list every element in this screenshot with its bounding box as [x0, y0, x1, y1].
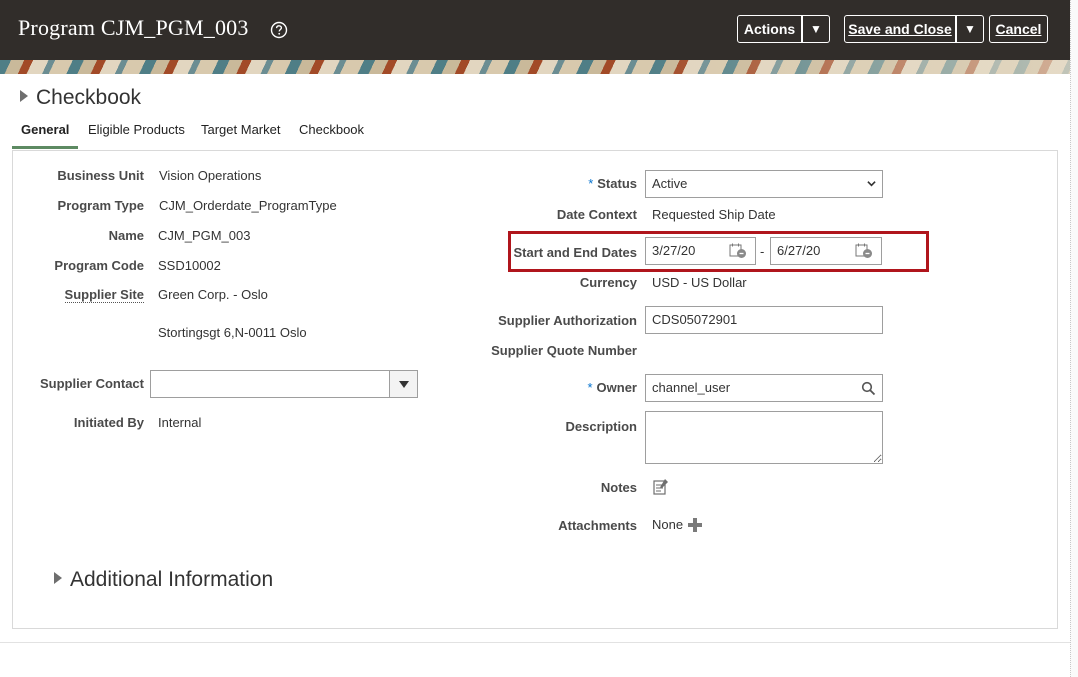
supplier-authorization-input[interactable]: CDS05072901 [645, 306, 883, 334]
highlight-box [508, 231, 929, 272]
name-label: Name [108, 228, 144, 243]
business-unit-value: Vision Operations [159, 168, 262, 183]
currency-value: USD - US Dollar [652, 275, 747, 290]
notes-icon[interactable] [652, 478, 670, 496]
notes-label: Notes [600, 480, 637, 495]
section-header-additional-information[interactable]: Additional Information [54, 568, 273, 592]
program-code-label: Program Code [54, 258, 144, 273]
program-type-value: CJM_Orderdate_ProgramType [159, 198, 337, 213]
status-select[interactable]: Active [645, 170, 883, 198]
save-menu-button[interactable]: ▼ [956, 15, 984, 43]
help-icon[interactable] [270, 21, 288, 39]
supplier-site-link[interactable]: Supplier Site [64, 287, 144, 303]
name-value: CJM_PGM_003 [158, 228, 251, 243]
business-unit-label: Business Unit [57, 168, 144, 183]
save-and-close-button[interactable]: Save and Close [844, 15, 956, 43]
owner-label: * Owner [587, 380, 637, 395]
chevron-down-icon: ▼ [964, 22, 976, 36]
status-label-text: Status [597, 176, 637, 191]
supplier-site-address: Stortingsgt 6,N-0011 Oslo [158, 325, 307, 340]
attachments-value: None [652, 517, 684, 532]
supplier-site-value: Green Corp. - Oslo [158, 287, 268, 302]
currency-label: Currency [579, 275, 637, 290]
tab-eligible-products[interactable]: Eligible Products [88, 118, 185, 149]
required-indicator: * [588, 176, 594, 191]
section-header-checkbook[interactable]: Checkbook [20, 86, 141, 110]
description-label: Description [565, 419, 637, 434]
initiated-by-value: Internal [158, 415, 202, 430]
tab-general[interactable]: General [12, 118, 78, 149]
search-icon[interactable] [861, 381, 876, 396]
page-title: Program CJM_PGM_003 [18, 15, 249, 40]
supplier-quote-number-label: Supplier Quote Number [491, 343, 637, 358]
description-textarea[interactable] [645, 411, 883, 464]
actions-menu-button[interactable]: ▼ [802, 15, 830, 43]
tab-target-market[interactable]: Target Market [201, 118, 280, 149]
program-code-value: SSD10002 [158, 258, 221, 273]
owner-label-text: Owner [596, 380, 637, 395]
page-header: Program CJM_PGM_003 Actions ▼ Save and C… [0, 0, 1070, 60]
chevron-down-icon: ▼ [810, 22, 822, 36]
status-label: * Status [588, 176, 637, 191]
additional-information-title: Additional Information [70, 568, 274, 591]
date-context-value: Requested Ship Date [652, 207, 776, 222]
attachments-label: Attachments [558, 518, 637, 533]
expand-triangle-icon [54, 572, 62, 584]
supplier-contact-label: Supplier Contact [39, 376, 144, 391]
divider [0, 642, 1070, 643]
chevron-down-icon [867, 181, 876, 187]
date-context-label: Date Context [556, 207, 637, 222]
chevron-down-icon [399, 381, 409, 388]
expand-triangle-icon [20, 90, 28, 102]
initiated-by-label: Initiated By [73, 415, 144, 430]
cancel-button[interactable]: Cancel [989, 15, 1048, 43]
supplier-contact-dropdown-button[interactable] [389, 370, 418, 398]
supplier-authorization-label: Supplier Authorization [498, 313, 637, 328]
plus-icon[interactable] [687, 517, 703, 533]
actions-button[interactable]: Actions [737, 15, 802, 43]
owner-value: channel_user [652, 380, 731, 395]
supplier-site-label[interactable]: Supplier Site [64, 287, 144, 303]
status-select-value: Active [652, 176, 688, 191]
section-title: Checkbook [36, 86, 142, 109]
supplier-contact-input[interactable] [150, 370, 390, 398]
decorative-banner-fade [0, 60, 1070, 74]
owner-input[interactable]: channel_user [645, 374, 883, 402]
program-type-label: Program Type [57, 198, 144, 213]
required-indicator: * [587, 380, 593, 395]
scrollbar[interactable] [1070, 0, 1078, 677]
tab-checkbook[interactable]: Checkbook [299, 118, 364, 149]
